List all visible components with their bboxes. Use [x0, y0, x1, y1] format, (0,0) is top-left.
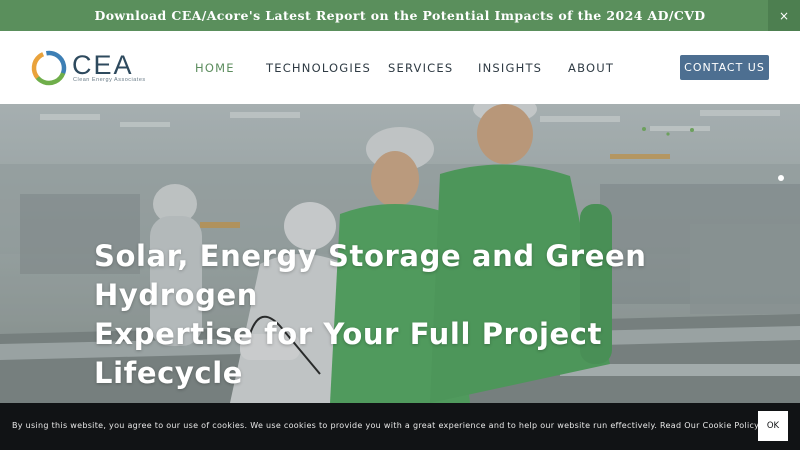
hero-title: Solar, Energy Storage and Green Hydrogen… — [94, 237, 734, 393]
nav-home[interactable]: HOME — [195, 61, 235, 75]
slider-dot[interactable] — [778, 175, 784, 181]
site-header: CEA Clean Energy Associates HOME TECHNOL… — [0, 31, 800, 104]
cookie-ok-button[interactable]: OK — [758, 411, 788, 441]
logo-subtext: Clean Energy Associates — [73, 77, 146, 83]
nav-about[interactable]: ABOUT — [568, 61, 614, 75]
nav-services[interactable]: SERVICES — [388, 61, 453, 75]
logo-ring-icon — [31, 50, 67, 86]
logo[interactable]: CEA Clean Energy Associates — [30, 48, 145, 88]
cookie-banner: By using this website, you agree to our … — [0, 403, 800, 450]
announcement-link[interactable]: Download CEA/Acore's Latest Report on th… — [94, 8, 705, 23]
contact-us-button[interactable]: CONTACT US — [680, 55, 769, 80]
nav-technologies[interactable]: TECHNOLOGIES — [266, 61, 371, 75]
hero-title-line1: Solar, Energy Storage and Green Hydrogen — [94, 239, 647, 312]
cookie-message: By using this website, you agree to our … — [12, 421, 785, 430]
hero-section: Solar, Energy Storage and Green Hydrogen… — [0, 104, 800, 403]
announcement-close-button[interactable]: × — [768, 0, 800, 31]
close-icon: × — [778, 8, 790, 23]
announcement-bar: Download CEA/Acore's Latest Report on th… — [0, 0, 800, 31]
hero-title-line2: Expertise for Your Full Project Lifecycl… — [94, 317, 603, 390]
nav-insights[interactable]: INSIGHTS — [478, 61, 542, 75]
cookie-text: By using this website, you agree to our … — [12, 421, 658, 430]
